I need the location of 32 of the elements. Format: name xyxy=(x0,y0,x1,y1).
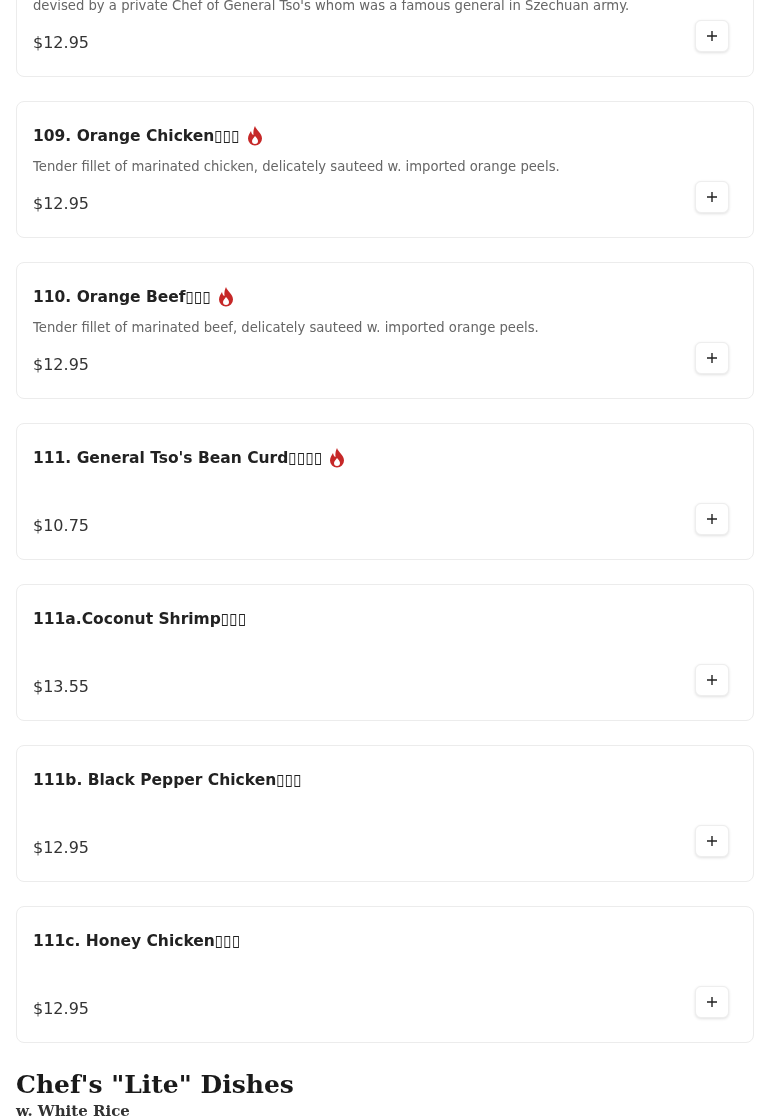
add-button[interactable] xyxy=(695,181,729,213)
plus-icon xyxy=(707,353,717,363)
dish-name: 111. General Tso's Bean Curd▯▯▯▯ xyxy=(33,449,323,467)
dish-name: 110. Orange Beef▯▯▯ xyxy=(33,288,212,306)
add-button[interactable] xyxy=(695,20,729,52)
add-button[interactable] xyxy=(695,664,729,696)
dish-description: devised by a private Chef of General Tso's whom was a famous general in Szechuan army. xyxy=(33,0,630,13)
add-button[interactable] xyxy=(695,503,729,535)
plus-icon xyxy=(707,836,717,846)
dish-name: 111b. Black Pepper Chicken▯▯▯ xyxy=(33,771,302,789)
section-subtitle: w. White Rice xyxy=(16,1101,131,1118)
price: $10.75 xyxy=(33,515,89,536)
plus-icon xyxy=(707,192,717,202)
add-button[interactable] xyxy=(695,825,729,857)
price: $12.95 xyxy=(33,32,89,53)
dish-description: Tender fillet of marinated chicken, delicately sauteed w. imported orange peels. xyxy=(33,159,560,174)
plus-icon xyxy=(707,997,717,1007)
plus-icon xyxy=(707,514,717,524)
add-button[interactable] xyxy=(695,986,729,1018)
price: $12.95 xyxy=(33,193,89,214)
dish-name: 111c. Honey Chicken▯▯▯ xyxy=(33,932,241,950)
plus-icon xyxy=(707,675,717,685)
add-button[interactable] xyxy=(695,342,729,374)
price: $12.95 xyxy=(33,998,89,1019)
dish-name: 109. Orange Chicken▯▯▯ xyxy=(33,127,240,145)
dish-name: 111a.Coconut Shrimp▯▯▯ xyxy=(33,610,247,628)
price: $12.95 xyxy=(33,837,89,858)
price: $12.95 xyxy=(33,354,89,375)
price: $13.55 xyxy=(33,676,89,697)
dish-description: Tender fillet of marinated beef, delicately sauteed w. imported orange peels. xyxy=(33,320,539,335)
plus-icon xyxy=(707,31,717,41)
section-title: Chef's "Lite" Dishes xyxy=(16,1069,295,1101)
